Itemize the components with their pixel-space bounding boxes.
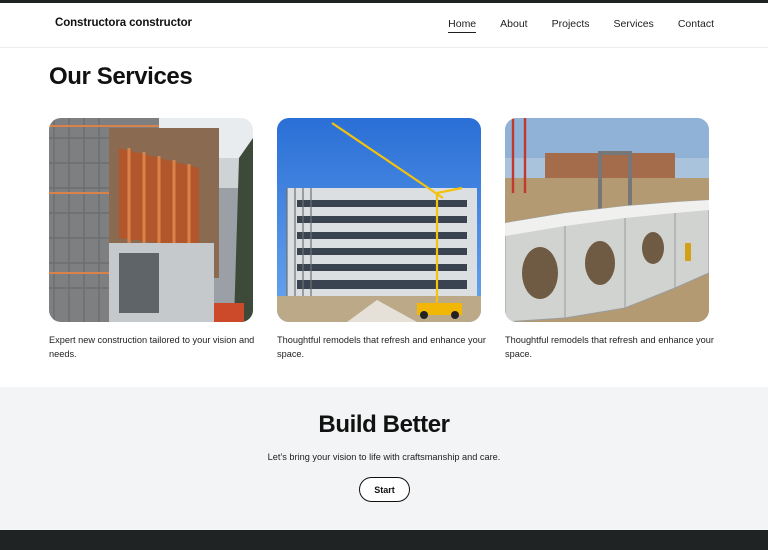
service-description: Thoughtful remodels that refresh and enh… [505,335,714,359]
service-image-culverts [505,118,709,322]
cta-heading: Build Better [318,411,450,438]
service-description: Thoughtful remodels that refresh and enh… [277,335,486,359]
service-image-remodel [277,118,481,322]
brand-logo-text[interactable]: Constructora constructor [55,17,192,29]
services-cards: Expert new construction tailored to your… [49,118,721,368]
nav-home[interactable]: Home [448,18,477,33]
nav-projects[interactable]: Projects [552,18,590,33]
service-card-remodel-2[interactable]: Thoughtful remodels that refresh and enh… [505,118,714,361]
site-footer [0,530,768,550]
service-card-remodel[interactable]: Thoughtful remodels that refresh and enh… [277,118,486,361]
services-heading: Our Services [49,63,193,90]
cta-subtitle: Let’s bring your vision to life with cra… [267,452,501,462]
nav-services[interactable]: Services [614,18,654,33]
service-image-new-construction [49,118,253,322]
main-nav: Home About Projects Services Contact [424,18,714,33]
nav-about[interactable]: About [500,18,527,33]
cta-section: Build Better Let’s bring your vision to … [0,387,768,530]
site-header: Constructora constructor Home About Proj… [0,3,768,48]
service-card-new-construction[interactable]: Expert new construction tailored to your… [49,118,254,361]
service-description: Expert new construction tailored to your… [49,335,255,359]
nav-contact[interactable]: Contact [678,18,714,33]
start-button[interactable]: Start [359,477,410,502]
